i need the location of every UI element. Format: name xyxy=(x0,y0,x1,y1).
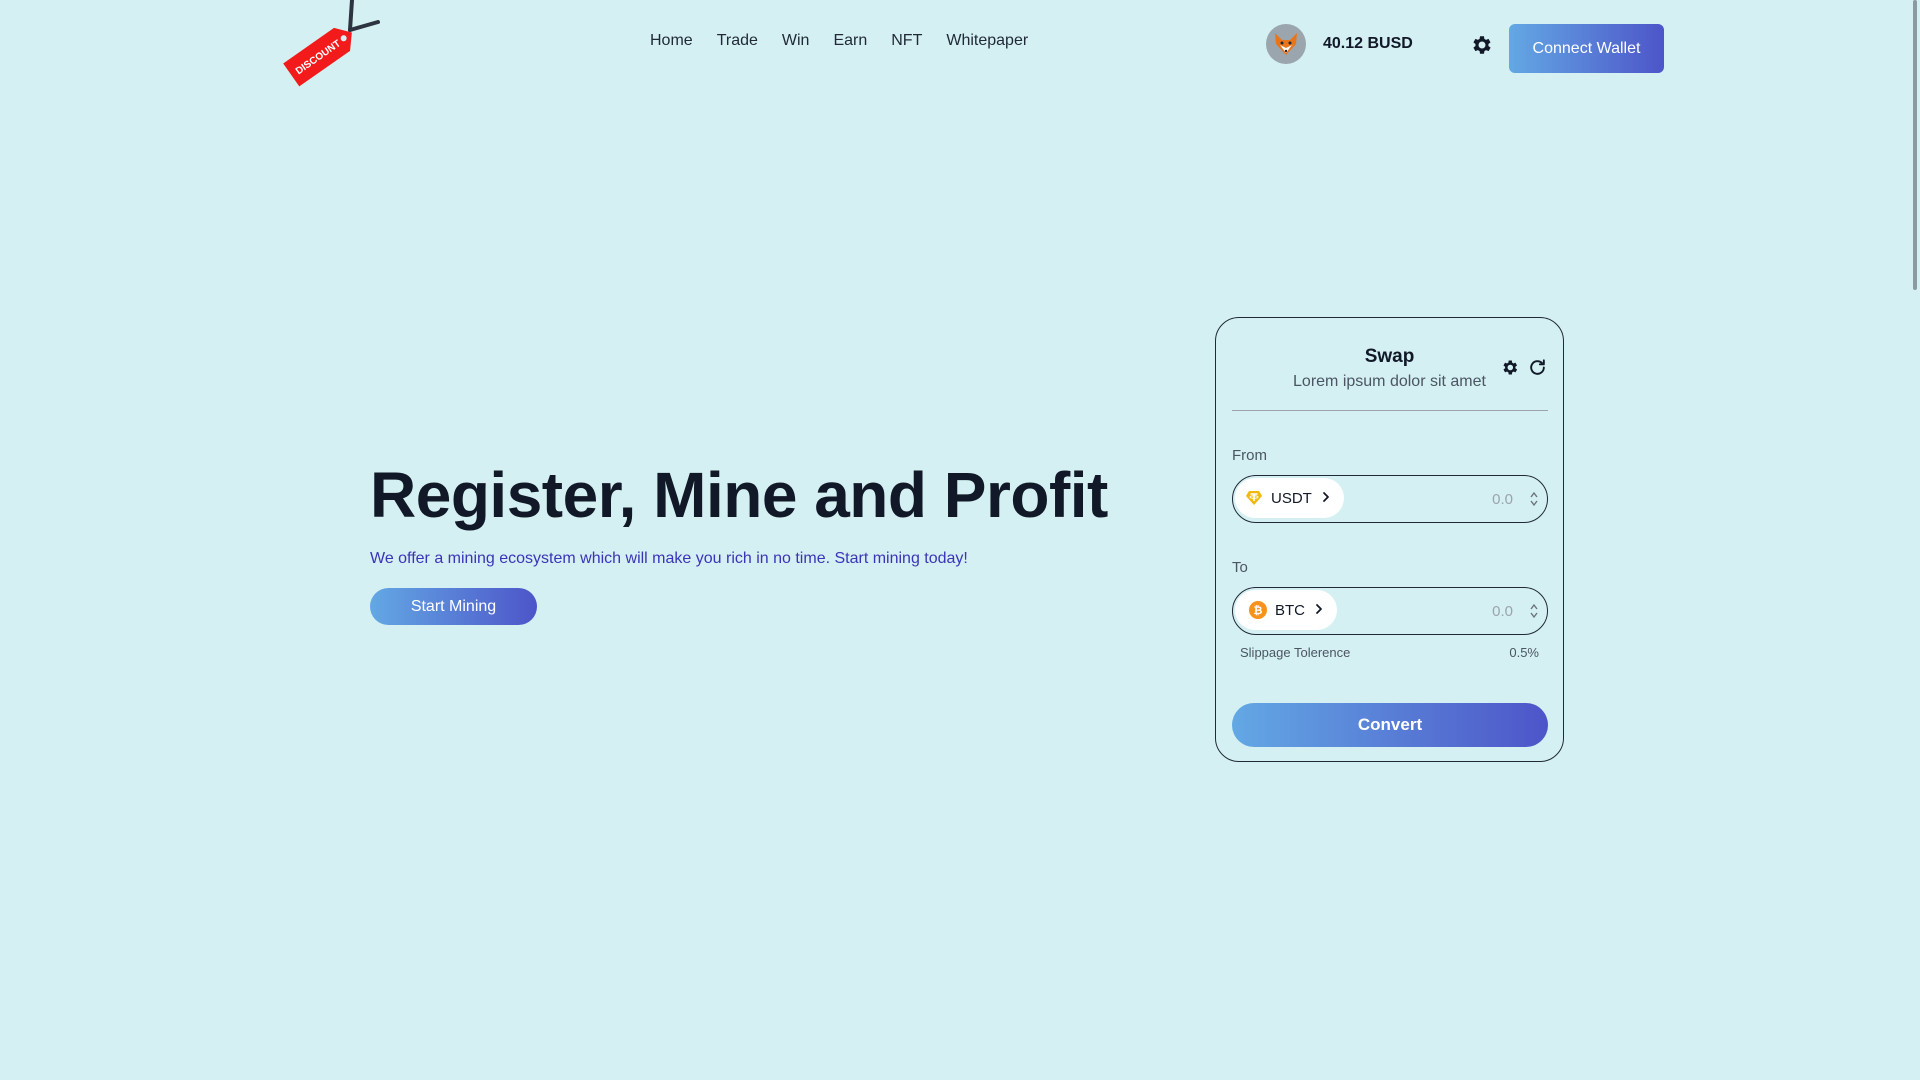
from-token-selector[interactable]: USDT xyxy=(1235,478,1344,518)
avatar[interactable] xyxy=(1266,24,1306,64)
to-token-symbol: BTC xyxy=(1275,601,1305,619)
nav-item-home[interactable]: Home xyxy=(650,32,693,50)
page-scrollbar[interactable] xyxy=(1910,0,1920,1080)
hero-title: Register, Mine and Profit xyxy=(370,459,1108,531)
from-amount-input[interactable] xyxy=(1343,484,1523,514)
bitcoin-icon: ₿ xyxy=(1249,601,1267,619)
refresh-icon[interactable] xyxy=(1528,358,1547,377)
svg-text:₿: ₿ xyxy=(1254,605,1263,617)
start-mining-button[interactable]: Start Mining xyxy=(370,588,537,625)
to-field: ₿ BTC xyxy=(1232,587,1548,635)
nav-item-earn[interactable]: Earn xyxy=(833,32,867,50)
swap-divider xyxy=(1232,410,1548,411)
tether-icon xyxy=(1245,489,1263,507)
nav-item-win[interactable]: Win xyxy=(782,32,810,50)
connect-wallet-button[interactable]: Connect Wallet xyxy=(1509,24,1664,73)
wallet-balance: 40.12 BUSD xyxy=(1323,35,1413,52)
slippage-value: 0.5% xyxy=(1509,645,1539,660)
from-amount-stepper[interactable] xyxy=(1529,490,1539,508)
from-field: USDT xyxy=(1232,475,1548,523)
fox-icon xyxy=(1275,33,1297,55)
scrollbar-thumb[interactable] xyxy=(1913,0,1917,290)
swap-settings-gear-icon[interactable] xyxy=(1500,358,1519,377)
swap-card: Swap Lorem ipsum dolor sit amet From USD… xyxy=(1215,317,1564,762)
nav-item-whitepaper[interactable]: Whitepaper xyxy=(946,32,1028,50)
nav-item-nft[interactable]: NFT xyxy=(891,32,922,50)
chevron-right-icon xyxy=(1320,490,1332,507)
to-amount-stepper[interactable] xyxy=(1529,602,1539,620)
gear-icon[interactable] xyxy=(1469,33,1493,57)
from-token-symbol: USDT xyxy=(1271,489,1312,507)
convert-button[interactable]: Convert xyxy=(1232,703,1548,747)
hero-subtitle: We offer a mining ecosystem which will m… xyxy=(370,550,968,567)
slippage-label: Slippage Tolerence xyxy=(1240,645,1351,660)
main-nav: Home Trade Win Earn NFT Whitepaper xyxy=(650,32,1028,50)
to-amount-input[interactable] xyxy=(1343,596,1523,626)
chevron-right-icon xyxy=(1313,602,1325,619)
to-label: To xyxy=(1232,559,1248,576)
to-token-selector[interactable]: ₿ BTC xyxy=(1235,590,1337,630)
nav-item-trade[interactable]: Trade xyxy=(717,32,758,50)
from-label: From xyxy=(1232,447,1267,464)
discount-tag-logo[interactable]: DISCOUNT xyxy=(278,0,388,90)
